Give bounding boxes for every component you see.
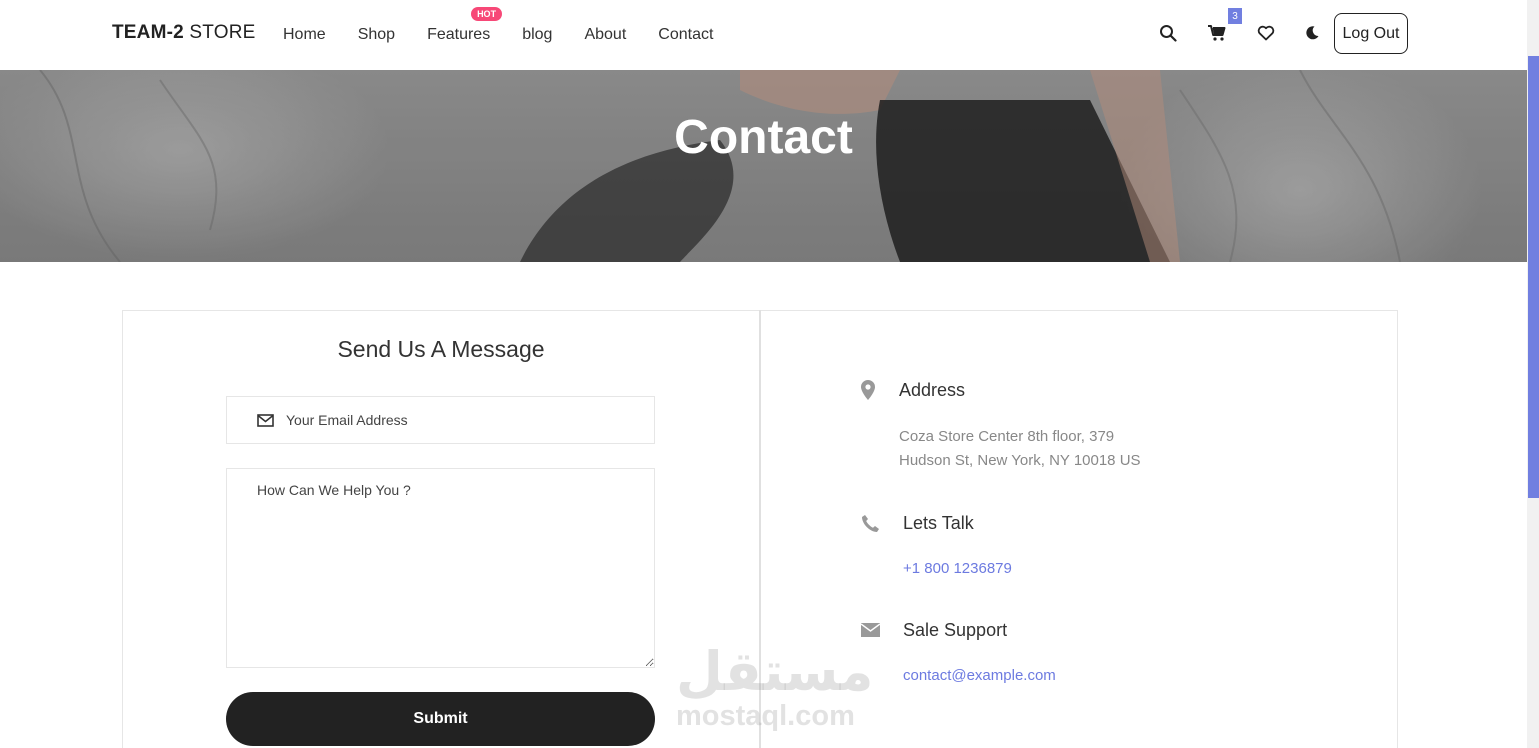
scrollbar-thumb[interactable]	[1528, 56, 1539, 498]
cart-icon[interactable]	[1206, 22, 1228, 44]
hero-banner: Contact	[0, 70, 1527, 262]
watermark-logo: مستقل	[676, 640, 874, 703]
logo-rest: STORE	[183, 22, 256, 43]
email-input[interactable]	[286, 412, 616, 428]
form-title: Send Us A Message	[337, 336, 545, 362]
nav-features[interactable]: Features HOT	[427, 7, 503, 44]
moon-icon[interactable]	[1301, 22, 1323, 44]
phone-icon	[860, 513, 880, 533]
support-email-link[interactable]: contact@example.com	[903, 667, 1056, 684]
lets-talk-title: Lets Talk	[903, 513, 974, 533]
address-line-2: Hudson St, New York, NY 10018 US	[899, 452, 1141, 469]
envelope-icon	[257, 413, 274, 427]
heart-icon[interactable]	[1255, 22, 1277, 44]
nav-about[interactable]: About	[584, 26, 626, 44]
hero-overlay	[0, 70, 1527, 262]
site-logo[interactable]: TEAM-2 STORE	[112, 22, 256, 44]
search-icon[interactable]	[1157, 22, 1179, 44]
nav-home[interactable]: Home	[283, 26, 326, 44]
sale-support-title: Sale Support	[903, 620, 1008, 640]
envelope-icon	[860, 620, 880, 640]
page-title: Contact	[674, 111, 853, 164]
nav-shop[interactable]: Shop	[358, 26, 395, 44]
logout-button[interactable]: Log Out	[1334, 13, 1408, 54]
map-pin-icon	[858, 380, 878, 400]
nav-blog[interactable]: blog	[522, 26, 552, 44]
submit-button[interactable]: Submit	[226, 692, 655, 746]
cart-count-badge: 3	[1228, 8, 1242, 24]
site-header: TEAM-2 STORE Home Shop Features HOT blog …	[0, 0, 1527, 70]
main-nav: Home Shop Features HOT blog About Contact	[283, 0, 745, 70]
message-textarea[interactable]	[226, 468, 655, 668]
nav-features-label: Features	[427, 26, 491, 43]
watermark-text: mostaql.com	[676, 700, 855, 732]
phone-link[interactable]: +1 800 1236879	[903, 560, 1012, 577]
nav-contact[interactable]: Contact	[658, 26, 713, 44]
logo-bold: TEAM-2	[112, 22, 184, 43]
email-field-wrapper	[226, 396, 655, 444]
hot-badge: HOT	[471, 7, 503, 21]
address-line-1: Coza Store Center 8th floor, 379	[899, 428, 1115, 445]
address-title: Address	[899, 380, 966, 400]
